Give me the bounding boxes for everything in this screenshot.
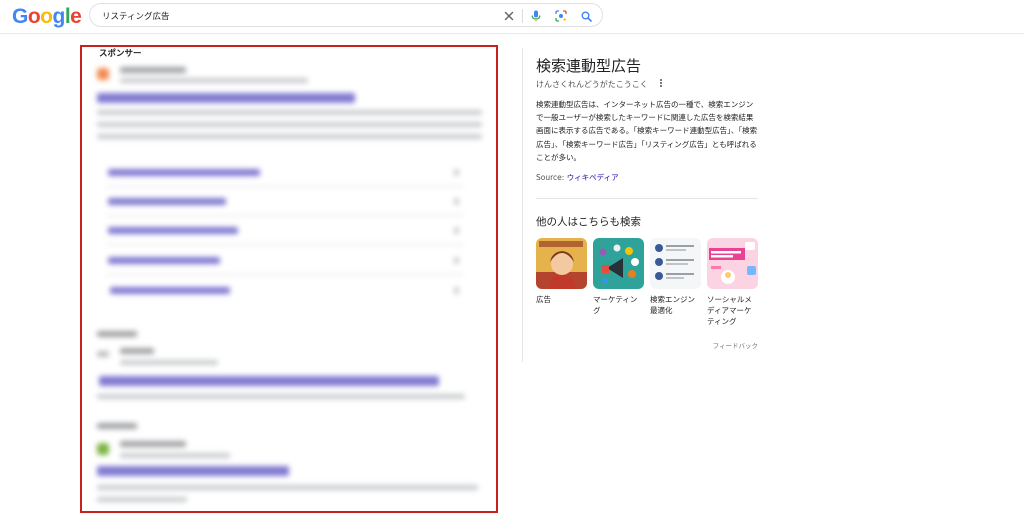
ad-sponsor-label xyxy=(97,423,137,429)
related-item[interactable]: ソーシャルメディアマーケティング xyxy=(707,238,758,327)
ad-advertiser xyxy=(120,441,186,447)
related-label[interactable]: ソーシャルメディアマーケティング xyxy=(707,294,758,327)
related-item[interactable]: 検索エンジン最適化 xyxy=(650,238,701,316)
search-icon[interactable] xyxy=(578,8,594,24)
related-item[interactable]: 広告 xyxy=(536,238,587,305)
ad-sitelink[interactable] xyxy=(108,198,226,205)
chevron-right-icon xyxy=(454,227,459,234)
ad-favicon xyxy=(97,68,109,80)
logo-letter: g xyxy=(52,5,66,28)
related-image-advertisement[interactable] xyxy=(536,238,587,289)
sitelink-divider xyxy=(106,244,464,245)
search-divider xyxy=(522,9,523,23)
ad-url xyxy=(120,360,218,365)
ad-description xyxy=(97,485,478,490)
lens-camera-icon[interactable] xyxy=(553,8,569,24)
sitelink-divider xyxy=(106,215,464,216)
ad-advertiser xyxy=(120,67,186,73)
logo-letter: o xyxy=(40,5,53,28)
related-image-social-media-marketing[interactable] xyxy=(707,238,758,289)
google-logo[interactable]: Google xyxy=(12,5,82,29)
microphone-icon[interactable] xyxy=(528,8,544,24)
ad-description xyxy=(97,394,465,399)
kp-description: 検索連動型広告は、インターネット広告の一種で、検索エンジンで一般ユーザーが検索し… xyxy=(536,100,758,162)
ad-sponsor-label xyxy=(97,331,137,337)
related-label[interactable]: 検索エンジン最適化 xyxy=(650,294,701,316)
related-image-marketing[interactable] xyxy=(593,238,644,289)
more-options-icon[interactable] xyxy=(657,78,665,88)
kp-divider xyxy=(536,198,758,199)
kp-source-label: Source: xyxy=(536,173,565,182)
ad-description xyxy=(97,134,482,139)
logo-letter: e xyxy=(70,5,82,28)
ad-headline[interactable] xyxy=(97,93,355,103)
sitelink-divider xyxy=(106,186,464,187)
ad-sitelink[interactable] xyxy=(110,287,230,294)
logo-letter: o xyxy=(27,5,41,28)
related-label[interactable]: マーケティング xyxy=(593,294,644,316)
ad-sitelink[interactable] xyxy=(108,169,260,176)
logo-letter: G xyxy=(12,5,28,28)
related-item[interactable]: マーケティング xyxy=(593,238,644,316)
kp-reading: けんさくれんどうがたこうこく xyxy=(536,80,648,89)
ad-url xyxy=(120,78,308,83)
kp-source: Source: ウィキペディア xyxy=(536,172,619,183)
ad-description xyxy=(97,122,482,127)
ad-headline[interactable] xyxy=(99,376,439,386)
ad-sitelink[interactable] xyxy=(108,227,238,234)
header-divider xyxy=(0,33,1024,34)
search-input[interactable] xyxy=(102,8,482,23)
ad-favicon xyxy=(97,351,109,357)
kp-source-link[interactable]: ウィキペディア xyxy=(567,173,619,182)
sitelink-divider xyxy=(106,274,464,275)
kp-title: 検索連動型広告 xyxy=(536,57,642,75)
related-label[interactable]: 広告 xyxy=(536,294,587,305)
sponsor-label: スポンサー xyxy=(99,49,142,59)
ad-sitelink[interactable] xyxy=(108,257,220,264)
ad-favicon xyxy=(97,443,109,455)
feedback-link[interactable]: フィードバック xyxy=(713,340,758,350)
search-box xyxy=(89,3,603,27)
knowledge-panel: 検索連動型広告 けんさくれんどうがたこうこく 検索連動型広告は、インターネット広… xyxy=(522,48,762,362)
related-image-seo[interactable] xyxy=(650,238,701,289)
header: Google xyxy=(0,0,1024,32)
chevron-right-icon xyxy=(454,287,459,294)
close-icon[interactable] xyxy=(501,8,517,24)
related-searches-heading: 他の人はこちらも検索 xyxy=(536,216,641,228)
ad-description xyxy=(97,497,187,502)
ad-advertiser xyxy=(120,348,154,354)
chevron-right-icon xyxy=(454,198,459,205)
ad-headline[interactable] xyxy=(97,466,289,476)
chevron-right-icon xyxy=(454,169,459,176)
ad-url xyxy=(120,453,230,458)
ad-description xyxy=(97,110,482,115)
chevron-right-icon xyxy=(454,257,459,264)
